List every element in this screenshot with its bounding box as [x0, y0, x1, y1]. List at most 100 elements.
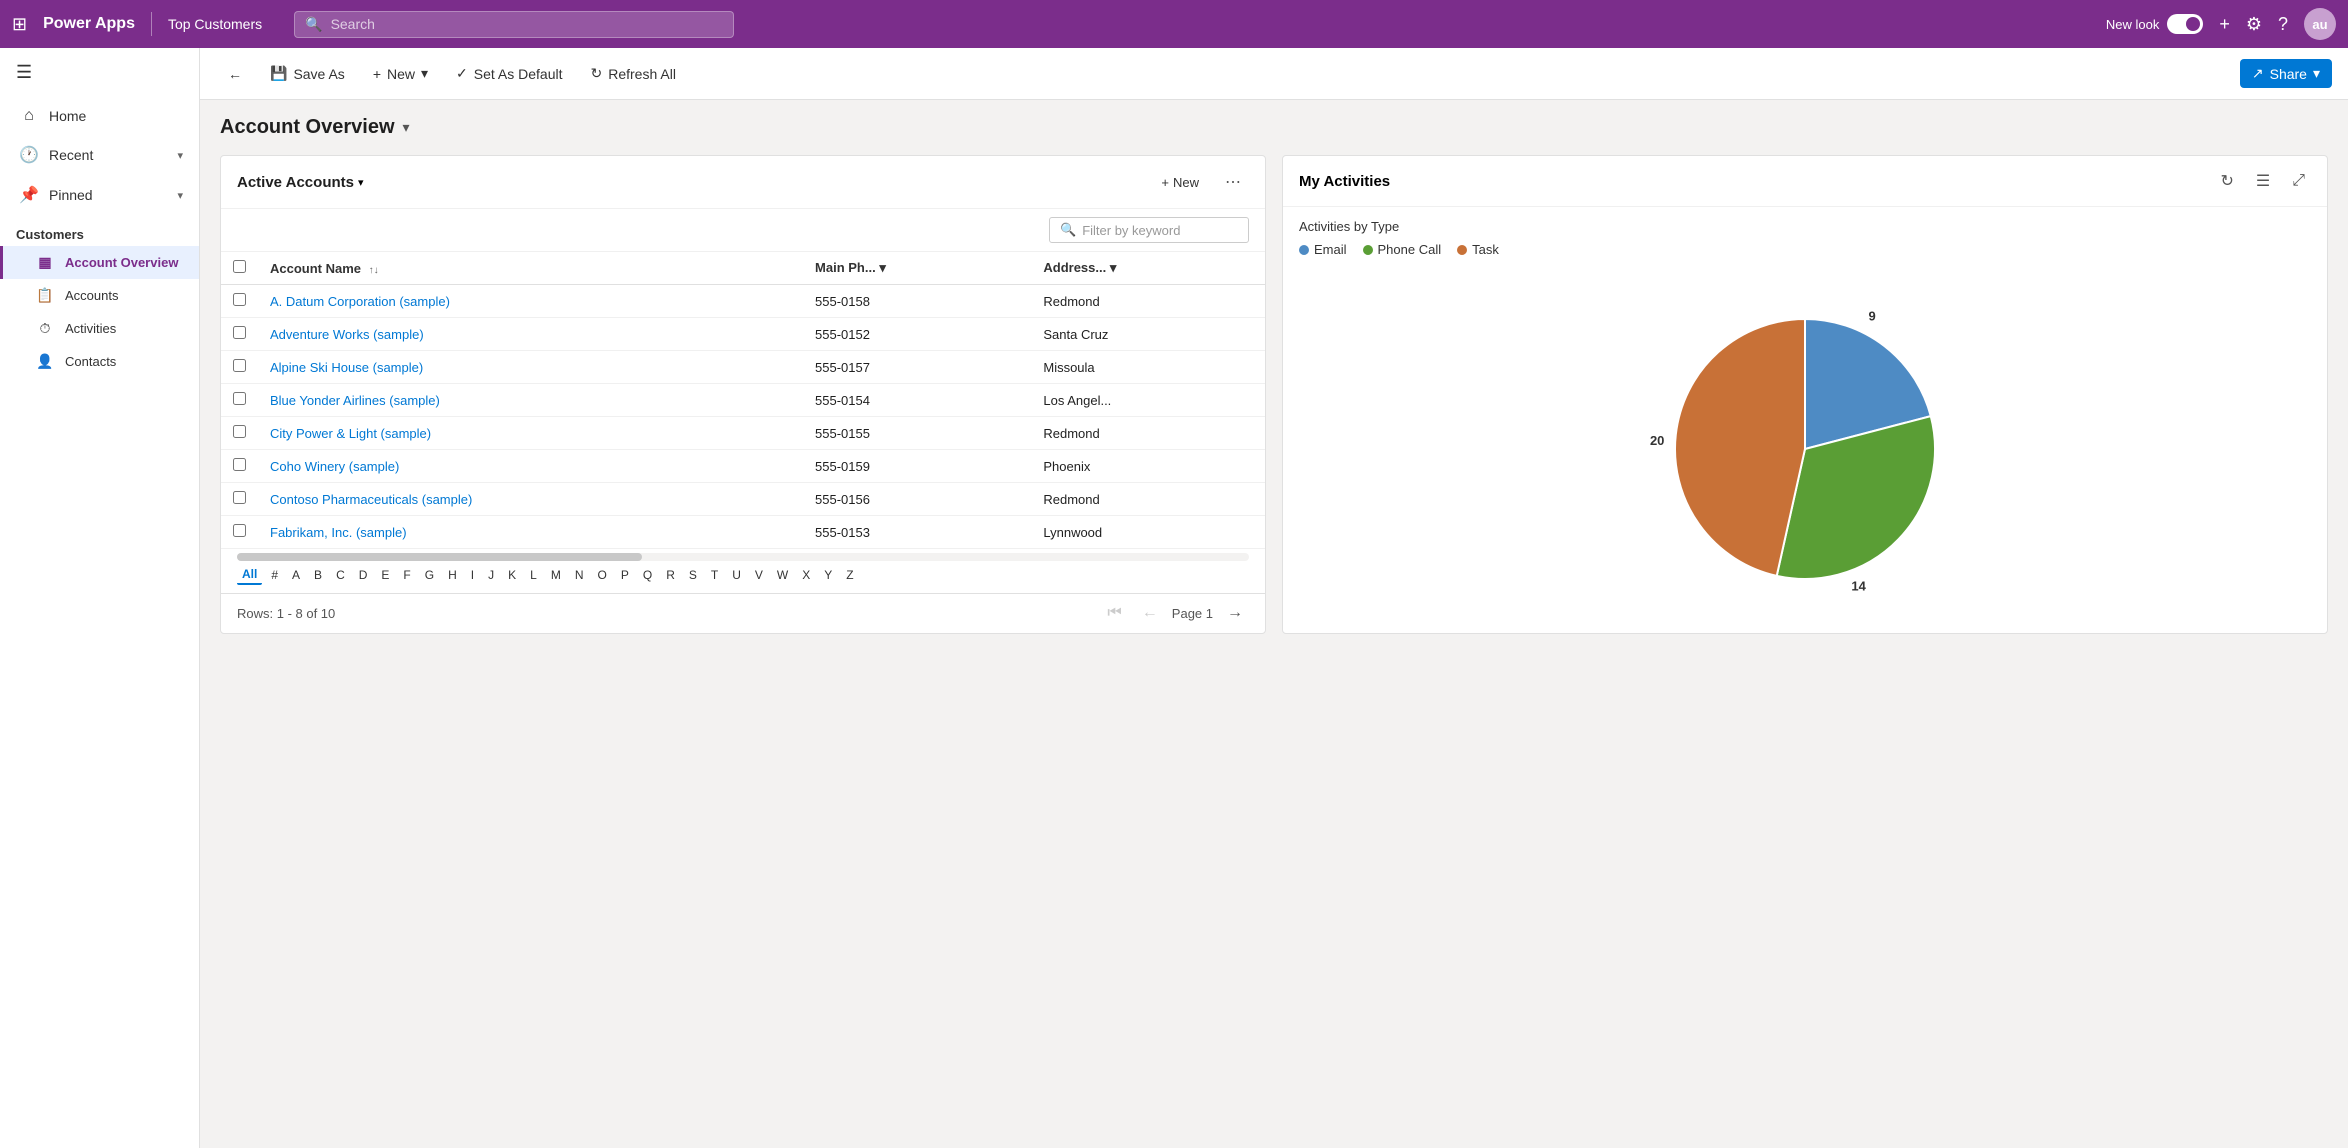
sidebar-item-activities[interactable]: ⏱ Activities: [0, 312, 199, 345]
alpha-item-g[interactable]: G: [420, 566, 439, 584]
add-button[interactable]: +: [2219, 14, 2230, 35]
sidebar-item-home[interactable]: ⌂ Home: [0, 97, 199, 135]
sidebar-item-recent[interactable]: 🕐 Recent ▾: [0, 135, 199, 175]
alpha-item-n[interactable]: N: [570, 566, 589, 584]
account-name-cell[interactable]: Coho Winery (sample): [258, 450, 803, 483]
alpha-item-all[interactable]: All: [237, 565, 262, 585]
alpha-item-j[interactable]: J: [483, 566, 499, 584]
accounts-card-title: Active Accounts: [237, 174, 354, 191]
back-button[interactable]: ←: [216, 60, 254, 88]
alpha-item-w[interactable]: W: [772, 566, 793, 584]
search-bar[interactable]: 🔍: [294, 11, 734, 38]
alpha-item-z[interactable]: Z: [841, 566, 858, 584]
row-checkbox-4[interactable]: [233, 425, 246, 438]
activities-list-button[interactable]: ☰: [2250, 168, 2276, 194]
row-checkbox-5[interactable]: [233, 458, 246, 471]
alpha-item-p[interactable]: P: [616, 566, 634, 584]
hamburger-button[interactable]: ☰: [0, 48, 199, 97]
table-row: Contoso Pharmaceuticals (sample) 555-015…: [221, 483, 1265, 516]
alpha-item-x[interactable]: X: [797, 566, 815, 584]
phone-cell: 555-0158: [803, 285, 1031, 318]
alpha-item-m[interactable]: M: [546, 566, 566, 584]
alpha-item-k[interactable]: K: [503, 566, 521, 584]
alpha-item-h[interactable]: H: [443, 566, 462, 584]
alpha-item-#[interactable]: #: [266, 566, 283, 584]
account-name-cell[interactable]: Blue Yonder Airlines (sample): [258, 384, 803, 417]
legend-label: Phone Call: [1378, 242, 1442, 257]
share-button[interactable]: ↗ Share ▾: [2240, 59, 2332, 88]
chart-legend: Email Phone Call Task: [1299, 242, 2311, 257]
alpha-item-i[interactable]: I: [466, 566, 479, 584]
next-page-button[interactable]: →: [1221, 602, 1249, 624]
sidebar-item-account-overview[interactable]: ▦ Account Overview: [0, 246, 199, 279]
back-icon: ←: [228, 66, 242, 82]
new-button[interactable]: + New ▾: [361, 59, 440, 88]
accounts-title-chevron[interactable]: ▾: [358, 176, 364, 189]
table-row: A. Datum Corporation (sample) 555-0158 R…: [221, 285, 1265, 318]
home-icon: ⌂: [19, 107, 39, 125]
grid-icon[interactable]: ⊞: [12, 14, 27, 35]
sidebar-item-pinned[interactable]: 📌 Pinned ▾: [0, 175, 199, 215]
address-cell: Redmond: [1031, 483, 1265, 516]
avatar[interactable]: au: [2304, 8, 2336, 40]
account-name-cell[interactable]: Alpine Ski House (sample): [258, 351, 803, 384]
sidebar-item-accounts[interactable]: 📋 Accounts: [0, 279, 199, 312]
search-input[interactable]: [331, 16, 724, 32]
alpha-item-t[interactable]: T: [706, 566, 723, 584]
accounts-more-button[interactable]: ⋯: [1217, 168, 1249, 196]
recent-icon: 🕐: [19, 145, 39, 165]
alpha-item-s[interactable]: S: [684, 566, 702, 584]
new-look-switch[interactable]: [2167, 14, 2203, 34]
page-title-chevron[interactable]: ▾: [403, 119, 410, 136]
account-name-cell[interactable]: A. Datum Corporation (sample): [258, 285, 803, 318]
alpha-item-q[interactable]: Q: [638, 566, 657, 584]
account-name-cell[interactable]: Contoso Pharmaceuticals (sample): [258, 483, 803, 516]
alpha-item-r[interactable]: R: [661, 566, 680, 584]
row-checkbox-3[interactable]: [233, 392, 246, 405]
row-checkbox-cell: [221, 318, 258, 351]
row-checkbox-0[interactable]: [233, 293, 246, 306]
filter-input[interactable]: [1082, 223, 1238, 238]
toolbar: ← 💾 Save As + New ▾ ✓ Set As Default ↻ R…: [200, 48, 2348, 100]
header-checkbox-col: [221, 252, 258, 285]
save-as-icon: 💾: [270, 65, 287, 82]
account-name-cell[interactable]: City Power & Light (sample): [258, 417, 803, 450]
alpha-item-a[interactable]: A: [287, 566, 305, 584]
row-checkbox-2[interactable]: [233, 359, 246, 372]
row-checkbox-6[interactable]: [233, 491, 246, 504]
activities-expand-button[interactable]: ⤢: [2286, 168, 2311, 194]
first-page-button[interactable]: ⏮: [1101, 602, 1127, 624]
alpha-item-e[interactable]: E: [376, 566, 394, 584]
alpha-item-o[interactable]: O: [593, 566, 612, 584]
table-scrollbar[interactable]: [237, 553, 1249, 561]
alpha-item-d[interactable]: D: [354, 566, 373, 584]
address-cell: Los Angel...: [1031, 384, 1265, 417]
row-checkbox-1[interactable]: [233, 326, 246, 339]
refresh-button[interactable]: ↻ Refresh All: [579, 59, 688, 88]
table-row: Adventure Works (sample) 555-0152 Santa …: [221, 318, 1265, 351]
account-name-cell[interactable]: Fabrikam, Inc. (sample): [258, 516, 803, 549]
row-checkbox-7[interactable]: [233, 524, 246, 537]
set-default-button[interactable]: ✓ Set As Default: [444, 59, 574, 88]
alpha-item-v[interactable]: V: [750, 566, 768, 584]
new-look-label: New look: [2106, 17, 2159, 32]
address-cell: Phoenix: [1031, 450, 1265, 483]
alpha-item-y[interactable]: Y: [819, 566, 837, 584]
alpha-item-f[interactable]: F: [398, 566, 415, 584]
phone-cell: 555-0154: [803, 384, 1031, 417]
settings-button[interactable]: ⚙: [2246, 14, 2262, 35]
save-as-button[interactable]: 💾 Save As: [258, 59, 357, 88]
alpha-item-c[interactable]: C: [331, 566, 350, 584]
alpha-item-u[interactable]: U: [727, 566, 746, 584]
accounts-new-button[interactable]: + New: [1151, 171, 1209, 194]
help-button[interactable]: ?: [2278, 14, 2288, 35]
alpha-item-b[interactable]: B: [309, 566, 327, 584]
contacts-icon: 👤: [35, 353, 55, 370]
activities-refresh-button[interactable]: ↻: [2214, 168, 2239, 194]
alpha-item-l[interactable]: L: [525, 566, 542, 584]
prev-page-button[interactable]: ←: [1136, 602, 1164, 624]
rows-count-label: Rows: 1 - 8 of 10: [237, 606, 335, 621]
account-name-cell[interactable]: Adventure Works (sample): [258, 318, 803, 351]
select-all-checkbox[interactable]: [233, 260, 246, 273]
sidebar-item-contacts[interactable]: 👤 Contacts: [0, 345, 199, 378]
